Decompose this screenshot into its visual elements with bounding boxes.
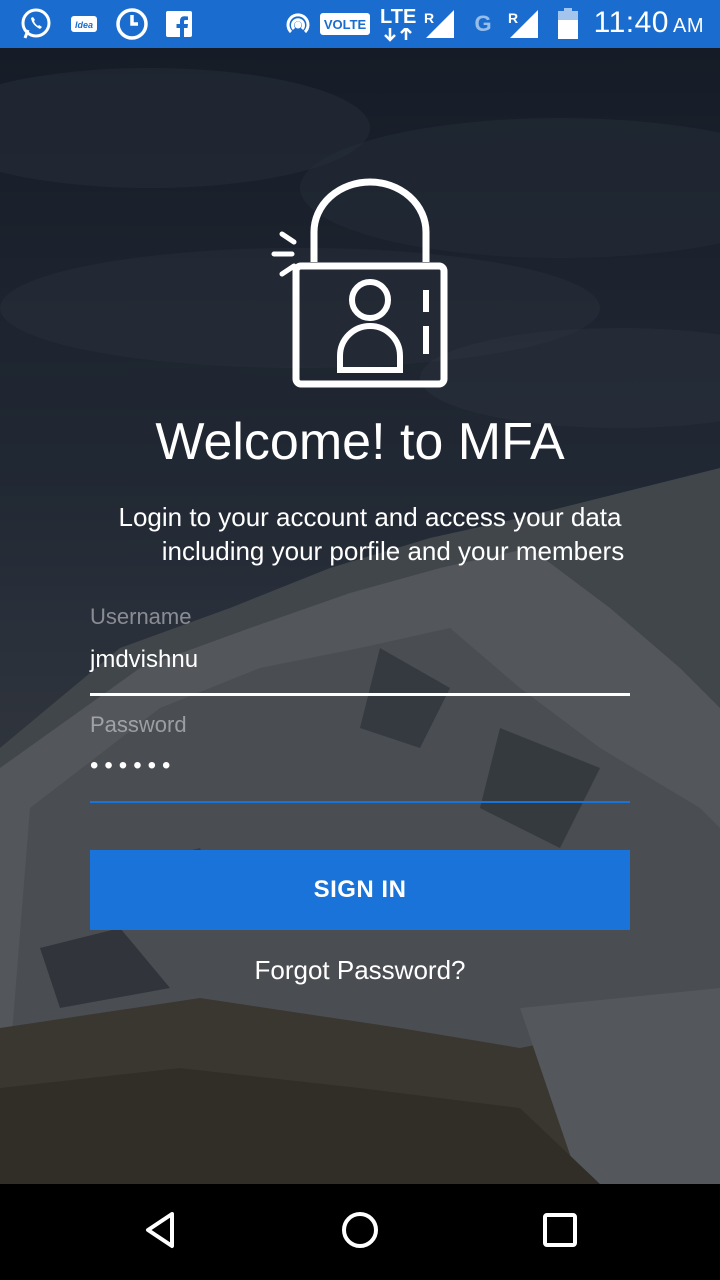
clock: 11:40 AM (594, 6, 704, 40)
subtitle-line-1: Login to your account and access your da… (118, 502, 622, 532)
lock-user-icon (268, 178, 452, 390)
username-underline (90, 693, 630, 696)
circle-app-icon (114, 8, 150, 40)
network-g-indicator: G (474, 11, 492, 36)
hotspot-icon (282, 8, 314, 40)
navigation-bar (0, 1184, 720, 1280)
facebook-icon (164, 8, 194, 40)
lte-indicator: LTE (380, 6, 417, 42)
roaming-indicator: R (508, 10, 519, 26)
signal-icon: R (506, 8, 540, 40)
recents-icon[interactable] (528, 1198, 592, 1262)
volte-badge: VOLTE (320, 13, 370, 35)
subtitle-line-2: including your porfile and your members (161, 536, 625, 566)
clock-ampm: AM (673, 15, 704, 37)
username-input[interactable]: jmdvishnu (90, 646, 630, 674)
whatsapp-icon (18, 8, 54, 40)
password-input[interactable]: •••••• (90, 752, 630, 780)
username-label: Username (90, 604, 192, 629)
forgot-password-link[interactable]: Forgot Password? (0, 955, 720, 986)
status-bar: Idea VOLTE LTE R G R 11:40 AM (0, 0, 720, 48)
home-icon[interactable] (328, 1198, 392, 1262)
sign-in-button[interactable]: SIGN IN (90, 850, 630, 930)
back-icon[interactable] (128, 1198, 192, 1262)
lte-text: LTE (380, 6, 417, 28)
page-subtitle: Login to your account and access your da… (90, 500, 650, 568)
password-underline (90, 801, 630, 803)
data-arrows-icon (384, 28, 412, 42)
roaming-indicator: R (424, 10, 435, 26)
password-label: Password (90, 712, 187, 737)
idea-icon: Idea (70, 8, 98, 40)
page-title: Welcome! to MFA (155, 413, 565, 471)
clock-time: 11:40 (593, 6, 669, 39)
carrier-icon-text: Idea (75, 20, 93, 30)
signal-icon: R (422, 8, 456, 40)
battery-icon (556, 8, 580, 40)
